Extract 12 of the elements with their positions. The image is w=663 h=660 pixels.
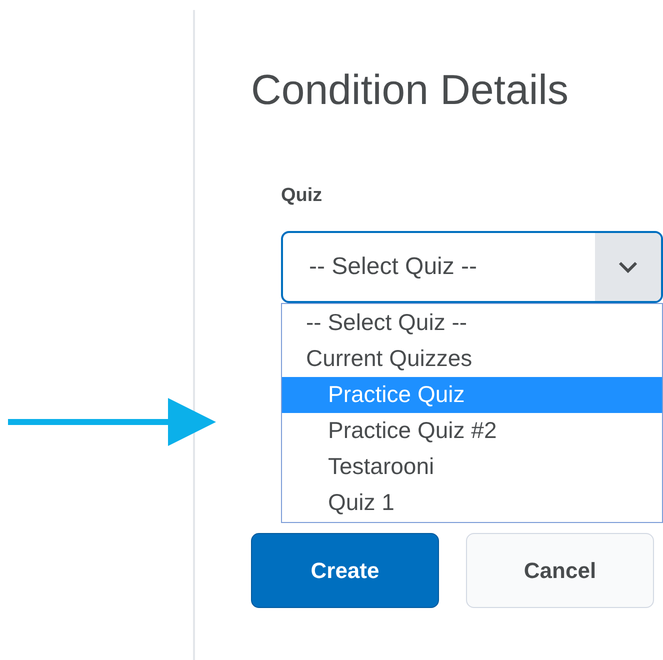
create-button[interactable]: Create <box>251 532 439 608</box>
cancel-button[interactable]: Cancel <box>466 532 654 608</box>
field-label: Quiz <box>281 184 324 208</box>
chevron-down-icon <box>618 260 638 272</box>
dropdown-option[interactable]: -- Select Quiz -- <box>282 304 662 340</box>
arrow-icon <box>8 398 216 446</box>
dropdown-option[interactable]: Quiz 1 <box>282 484 662 520</box>
option-group-label: Current Quizzes <box>305 344 474 374</box>
dropdown-option[interactable]: Practice Quiz #2 <box>282 412 662 448</box>
quiz-select[interactable]: -- Select Quiz -- <box>281 230 663 302</box>
dropdown-option[interactable]: Testarooni <box>282 448 662 484</box>
page-title: Condition Details <box>251 65 570 115</box>
